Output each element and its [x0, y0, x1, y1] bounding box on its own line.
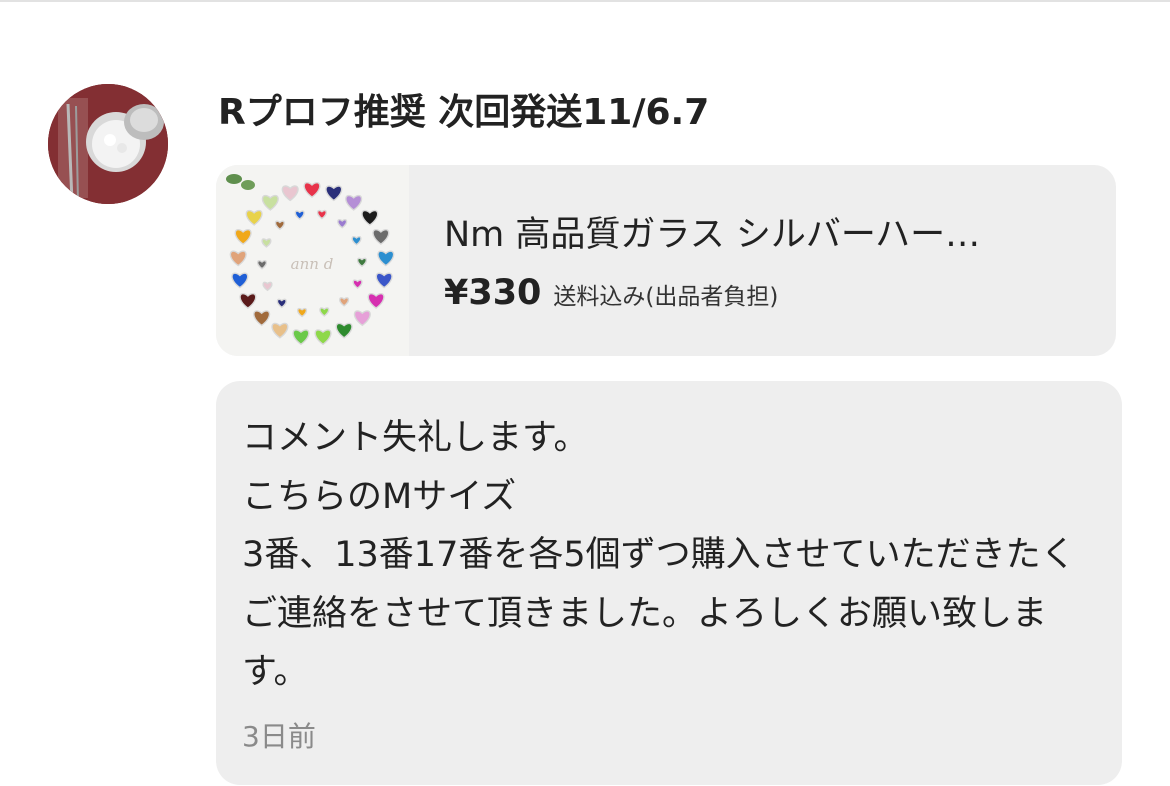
product-thumbnail[interactable]: ann d	[216, 165, 409, 356]
product-card[interactable]: ann d Nm 高品質ガラス シルバーハー… ¥330 送料込み(出品者負担)	[216, 165, 1116, 356]
avatar-photo-icon	[48, 84, 168, 204]
product-title[interactable]: Nm 高品質ガラス シルバーハー…	[444, 211, 1084, 259]
comment-screen: Rプロフ推奨 次回発送11/6.7 ann d Nm 高品質ガラス シルバーハー…	[0, 0, 1170, 786]
username[interactable]: Rプロフ推奨 次回発送11/6.7	[218, 86, 709, 140]
product-price: ¥330	[444, 273, 542, 313]
shipping-info: 送料込み(出品者負担)	[553, 284, 779, 310]
price-row: ¥330 送料込み(出品者負担)	[444, 268, 778, 318]
comment-bubble: コメント失礼します。 こちらのMサイズ 3番、13番17番を各5個ずつ購入させて…	[216, 381, 1122, 785]
top-divider	[0, 0, 1170, 2]
comment-message: コメント失礼します。 こちらのMサイズ 3番、13番17番を各5個ずつ購入させて…	[242, 418, 1076, 692]
heart-gem-wreath-image: ann d	[216, 165, 409, 356]
comment-timestamp: 3日前	[242, 720, 316, 753]
user-avatar[interactable]	[48, 84, 168, 204]
svg-text:ann d: ann d	[291, 255, 334, 273]
